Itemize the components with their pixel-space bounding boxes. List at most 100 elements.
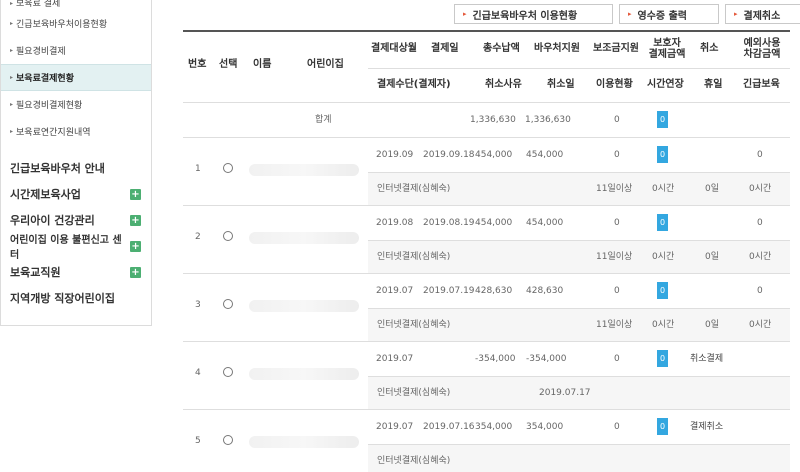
row-extra-deduction: 0: [757, 218, 763, 228]
guardian-amount-badge[interactable]: 0: [657, 282, 668, 299]
total-label: 합계: [315, 115, 332, 125]
arrow-right-icon: ▸: [10, 0, 14, 7]
guardian-amount-badge[interactable]: 0: [657, 418, 668, 435]
sidebar-item-label: 우리아이 건강관리: [10, 214, 95, 227]
button-label: 영수증 출력: [637, 10, 687, 22]
sidebar-subitem-label: 보육료결제현황: [16, 74, 74, 84]
row-number: 4: [195, 368, 201, 378]
header-holiday: 휴일: [704, 79, 723, 90]
total-total: 1,336,630: [470, 115, 516, 125]
table-row-border: [183, 273, 790, 274]
total-guardian-badge[interactable]: 0: [657, 111, 668, 128]
header-usage: 이용현황: [596, 79, 633, 90]
row-select-radio[interactable]: [223, 231, 233, 241]
row-select-radio[interactable]: [223, 299, 233, 309]
row-target-month: 2019.07: [376, 354, 414, 364]
row-subsidy: 0: [614, 218, 620, 228]
header-total: 총수납액: [483, 43, 520, 54]
redacted-name: [249, 436, 359, 448]
row-holiday: 0일: [705, 320, 720, 330]
sidebar-item-hourly-care[interactable]: 시간제보육사업 +: [1, 181, 151, 207]
cancel-payment-button[interactable]: ▸ 결제취소: [725, 4, 800, 24]
header-name: 이름: [253, 59, 272, 70]
row-pay-date: 2019.07.19: [423, 286, 475, 296]
guardian-amount-badge[interactable]: 0: [657, 350, 668, 367]
row-pay-date: 2019.08.19: [423, 218, 475, 228]
sidebar-item-child-health[interactable]: 우리아이 건강관리 +: [1, 207, 151, 233]
arrow-right-icon: ▸: [734, 10, 738, 18]
redacted-name: [249, 368, 359, 380]
sidebar-subitem-annual-support[interactable]: ▸ 보육료연간지원내역: [1, 118, 151, 145]
row-time-extension: 0시간: [652, 184, 675, 194]
redacted-name: [249, 300, 359, 312]
row-subsidy: 0: [614, 286, 620, 296]
plus-icon[interactable]: +: [130, 188, 141, 200]
row-voucher: 428,630: [526, 286, 564, 296]
arrow-right-icon: ▸: [10, 100, 14, 108]
arrow-right-icon: ▸: [10, 19, 14, 27]
row-cancel-date: 2019.07.17: [539, 388, 591, 398]
row-emergency: 0시간: [749, 320, 772, 330]
sidebar-item-open-workplace-daycare[interactable]: 지역개방 직장어린이집: [1, 285, 151, 311]
header-target-month: 결제대상월: [371, 43, 417, 54]
row-subsidy: 0: [614, 150, 620, 160]
row-extra-deduction: 0: [757, 150, 763, 160]
header-center: 어린이집: [307, 59, 344, 70]
plus-icon[interactable]: +: [130, 240, 141, 252]
arrow-right-icon: ▸: [463, 10, 467, 18]
arrow-right-icon: ▸: [10, 46, 14, 54]
row-payment-method: 인터넷결제(심혜숙): [377, 388, 451, 398]
row-voucher: -354,000: [526, 354, 567, 364]
action-buttons: ▸ 긴급보육바우처 이용현황 ▸ 영수증 출력 ▸ 결제취소: [454, 4, 800, 24]
row-select-radio[interactable]: [223, 367, 233, 377]
row-holiday: 0일: [705, 252, 720, 262]
voucher-usage-button[interactable]: ▸ 긴급보육바우처 이용현황: [454, 4, 613, 24]
header-method: 결제수단(결제자): [377, 79, 451, 90]
row-total: 428,630: [475, 286, 513, 296]
sidebar-subitem-payment-status[interactable]: ▸ 보육료결제현황: [1, 64, 151, 91]
arrow-right-icon: ▸: [628, 10, 632, 18]
row-number: 3: [195, 300, 201, 310]
row-extra-deduction: 0: [757, 286, 763, 296]
row-pay-date: 2019.07.16: [423, 422, 475, 432]
row-total: 354,000: [475, 422, 513, 432]
plus-icon[interactable]: +: [130, 214, 141, 226]
row-target-month: 2019.08: [376, 218, 414, 228]
row-target-month: 2019.07: [376, 286, 414, 296]
arrow-right-icon: ▸: [10, 127, 14, 135]
sidebar-item-voucher-guide[interactable]: 긴급보육바우처 안내: [1, 155, 151, 181]
row-total: 454,000: [475, 218, 513, 228]
row-target-month: 2019.07: [376, 422, 414, 432]
row-emergency: 0시간: [749, 184, 772, 194]
row-usage: 11일이상: [596, 252, 633, 262]
table-top-border: [183, 30, 790, 32]
row-select-radio[interactable]: [223, 435, 233, 445]
header-extra-line2: 차감금액: [743, 48, 781, 60]
guardian-amount-badge[interactable]: 0: [657, 146, 668, 163]
button-label: 결제취소: [743, 10, 781, 22]
sidebar-subitem-voucher-usage[interactable]: ▸ 긴급보육바우처이용현황: [1, 10, 151, 37]
plus-icon[interactable]: +: [130, 266, 141, 278]
total-subsidy: 0: [614, 115, 620, 125]
table-row-border: [183, 205, 790, 206]
row-payment-method: 인터넷결제(심혜숙): [377, 184, 451, 194]
sidebar-subitem-childcare-payment[interactable]: ▸ 보육료 결제: [1, 0, 151, 10]
row-payment-method: 인터넷결제(심혜숙): [377, 320, 451, 330]
print-receipt-button[interactable]: ▸ 영수증 출력: [619, 4, 719, 24]
header-guardian-line1: 보호자: [653, 38, 681, 49]
sidebar-subitem-expense-status[interactable]: ▸ 필요경비결제현황: [1, 91, 151, 118]
row-time-extension: 0시간: [652, 320, 675, 330]
sidebar-item-staff[interactable]: 보육교직원 +: [1, 259, 151, 285]
total-voucher: 1,336,630: [525, 115, 571, 125]
sidebar-item-complaint-center[interactable]: 어린이집 이용 불편신고 센터 +: [1, 233, 151, 261]
row-select-radio[interactable]: [223, 163, 233, 173]
arrow-right-icon: ▸: [10, 74, 14, 81]
row-pay-date: 2019.09.18: [423, 150, 475, 160]
guardian-amount-badge[interactable]: 0: [657, 214, 668, 231]
sidebar-subitem-expense-payment[interactable]: ▸ 필요경비결제: [1, 37, 151, 64]
redacted-name: [249, 164, 359, 176]
header-select: 선택: [219, 59, 238, 70]
table-row-border: [183, 409, 790, 410]
row-inner-divider: [368, 172, 790, 173]
row-cancel-status: 결제취소: [690, 422, 724, 432]
